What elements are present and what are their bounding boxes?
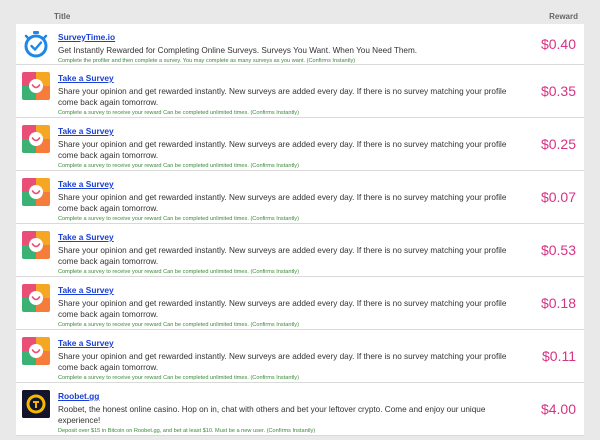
- offer-title-link[interactable]: Take a Survey: [58, 73, 114, 83]
- offer-reward: $0.11: [542, 348, 576, 364]
- offers-list: SurveyTime.io Get Instantly Rewarded for…: [16, 24, 584, 436]
- offer-title-link[interactable]: Take a Survey: [58, 285, 114, 295]
- offer-reward: $0.18: [540, 295, 576, 311]
- offer-content: Take a Survey Share your opinion and get…: [58, 65, 516, 116]
- offer-note: Complete the profiler and then complete …: [58, 58, 356, 64]
- offer-content: Take a Survey Share your opinion and get…: [58, 118, 516, 169]
- survey-app-icon: [22, 125, 50, 153]
- stopwatch-icon: [22, 30, 50, 58]
- offer-note: Deposit over $15 in Bitcoin on Roobet.gg…: [58, 428, 316, 434]
- offer-reward: $0.35: [540, 83, 576, 99]
- offer-title-link[interactable]: Take a Survey: [58, 126, 114, 136]
- survey-app-icon: [22, 337, 50, 365]
- offer-title-link[interactable]: SurveyTime.io: [58, 32, 115, 42]
- offer-reward: $4.00: [540, 401, 576, 417]
- offer-content: SurveyTime.io Get Instantly Rewarded for…: [58, 24, 516, 64]
- offer-row: Take a Survey Share your opinion and get…: [16, 65, 584, 118]
- offer-title-link[interactable]: Roobet.gg: [58, 391, 99, 401]
- survey-app-icon: [22, 72, 50, 100]
- offer-reward: $0.40: [540, 36, 576, 52]
- survey-app-icon: [22, 231, 50, 259]
- offer-reward: $0.25: [540, 136, 576, 152]
- offer-row: Take a Survey Share your opinion and get…: [16, 277, 584, 330]
- survey-app-icon: [22, 178, 50, 206]
- offer-description: Get Instantly Rewarded for Completing On…: [58, 46, 418, 55]
- offer-content: Take a Survey Share your opinion and get…: [58, 330, 516, 381]
- offer-description: Share your opinion and get rewarded inst…: [58, 352, 507, 372]
- offer-description: Share your opinion and get rewarded inst…: [58, 299, 507, 319]
- offer-description: Share your opinion and get rewarded inst…: [58, 246, 507, 266]
- offer-content: Take a Survey Share your opinion and get…: [58, 224, 516, 275]
- table-header: Title Reward: [16, 8, 584, 24]
- roobet-logo-icon: [22, 390, 50, 418]
- offer-content: Take a Survey Share your opinion and get…: [58, 277, 516, 328]
- offer-description: Share your opinion and get rewarded inst…: [58, 193, 507, 213]
- offer-title-link[interactable]: Take a Survey: [58, 232, 114, 242]
- offers-table: Title Reward SurveyTime.io Get Instantly…: [16, 8, 584, 436]
- offer-note: Complete a survey to receive your reward…: [58, 163, 299, 169]
- offer-row: SurveyTime.io Get Instantly Rewarded for…: [16, 24, 584, 65]
- survey-app-icon: [22, 284, 50, 312]
- offer-description: Share your opinion and get rewarded inst…: [58, 140, 507, 160]
- offer-note: Complete a survey to receive your reward…: [58, 375, 299, 381]
- offer-reward: $0.53: [540, 242, 576, 258]
- offer-content: Roobet.gg Roobet, the honest online casi…: [58, 383, 516, 434]
- offer-description: Share your opinion and get rewarded inst…: [58, 87, 507, 107]
- offer-title-link[interactable]: Take a Survey: [58, 338, 114, 348]
- offer-row: Take a Survey Share your opinion and get…: [16, 171, 584, 224]
- column-header-reward: Reward: [549, 11, 578, 21]
- offer-note: Complete a survey to receive your reward…: [58, 322, 299, 328]
- offer-reward: $0.07: [540, 189, 576, 205]
- offer-note: Complete a survey to receive your reward…: [58, 269, 299, 275]
- offer-content: Take a Survey Share your opinion and get…: [58, 171, 516, 222]
- offer-note: Complete a survey to receive your reward…: [58, 216, 299, 222]
- offer-row: Roobet.gg Roobet, the honest online casi…: [16, 383, 584, 436]
- column-header-title: Title: [54, 11, 71, 21]
- offer-row: Take a Survey Share your opinion and get…: [16, 118, 584, 171]
- offer-title-link[interactable]: Take a Survey: [58, 179, 114, 189]
- offer-row: Take a Survey Share your opinion and get…: [16, 330, 584, 383]
- offer-row: Take a Survey Share your opinion and get…: [16, 224, 584, 277]
- offer-note: Complete a survey to receive your reward…: [58, 110, 299, 116]
- offer-description: Roobet, the honest online casino. Hop on…: [58, 405, 486, 425]
